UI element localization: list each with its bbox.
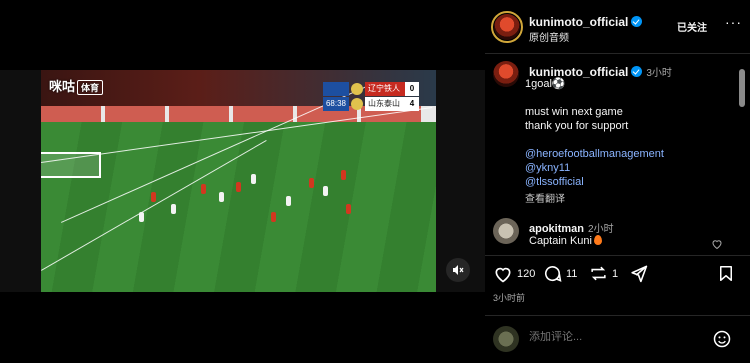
- post-sidebar: kunimoto_official 原创音频 已关注 ··· kunimoto_…: [485, 0, 750, 363]
- viewer-avatar: [493, 326, 519, 352]
- comment-text: Captain Kuni: [529, 235, 602, 247]
- speaker-muted-icon: [453, 265, 464, 275]
- scrollbar[interactable]: [738, 57, 746, 247]
- header-username[interactable]: kunimoto_official: [529, 15, 628, 29]
- caption-line: must win next game: [525, 106, 623, 118]
- video-pitch: [41, 83, 436, 292]
- audio-label[interactable]: 原创音频: [529, 29, 569, 44]
- like-count: 120: [517, 268, 536, 280]
- post-header: kunimoto_official 原创音频 已关注 ···: [485, 0, 750, 54]
- mention-link[interactable]: @heroefootballmanagement: [525, 147, 725, 161]
- comment-header: apokitman 2小时: [529, 220, 614, 235]
- fire-emoji-icon: [594, 235, 602, 245]
- repost-icon: [591, 266, 606, 281]
- caption-line: [525, 133, 725, 147]
- away-crest-icon: [351, 98, 363, 110]
- like-button[interactable]: 120: [493, 264, 535, 284]
- post-viewer: 咪咕 体育 辽宁铁人 0 68:38 山东泰山 4 kunimoto_offic…: [0, 0, 750, 363]
- comment-time: 2小时: [588, 224, 614, 235]
- video-player[interactable]: 咪咕 体育 辽宁铁人 0 68:38 山东泰山 4: [41, 70, 436, 292]
- repost-button[interactable]: 1: [589, 264, 618, 283]
- match-clock: 68:38: [323, 97, 349, 111]
- scrollbar-thumb[interactable]: [739, 69, 745, 107]
- following-button[interactable]: 已关注: [677, 19, 707, 34]
- comment-count: 11: [566, 267, 578, 280]
- away-score: 4: [405, 97, 419, 111]
- caption-avatar[interactable]: [493, 61, 519, 87]
- save-button[interactable]: [717, 264, 735, 283]
- caption-line: [525, 91, 725, 105]
- emoji-button[interactable]: [712, 329, 732, 354]
- home-crest-icon: [351, 83, 363, 95]
- scoreboard: 辽宁铁人 0 68:38 山东泰山 4: [323, 82, 419, 112]
- home-score: 0: [405, 82, 419, 96]
- media-pane: 咪咕 体育 辽宁铁人 0 68:38 山东泰山 4: [0, 0, 485, 363]
- comment-button[interactable]: 11: [543, 264, 577, 283]
- mute-button[interactable]: [446, 258, 470, 282]
- heart-outline-icon: [712, 240, 722, 250]
- comments-section: kunimoto_official 3小时 1goal⚽ must win nex…: [485, 55, 750, 255]
- caption-line: thank you for support: [525, 120, 629, 132]
- mention-link[interactable]: @ykny11: [525, 161, 725, 175]
- posted-ago: 3小时前: [493, 293, 526, 303]
- video-container[interactable]: 咪咕 体育 辽宁铁人 0 68:38 山东泰山 4: [0, 70, 485, 292]
- caption-line: 1goal⚽: [525, 78, 566, 90]
- action-bar: 120 11 1 3小时前: [485, 255, 750, 305]
- send-icon: [631, 265, 648, 283]
- mention-link[interactable]: @tlssofficial: [525, 175, 725, 189]
- avatar[interactable]: [494, 14, 520, 40]
- comment-bubble-icon: [544, 266, 562, 282]
- home-team-name: 辽宁铁人: [365, 82, 405, 96]
- repost-count: 1: [612, 267, 619, 280]
- caption-text: 1goal⚽ must win next game thank you for …: [525, 77, 725, 189]
- see-translation-link[interactable]: 查看翻译: [525, 190, 565, 205]
- comment-username[interactable]: apokitman: [529, 223, 584, 235]
- verified-badge-icon: [631, 16, 643, 27]
- comment-avatar[interactable]: [493, 218, 519, 244]
- comment-input[interactable]: [529, 331, 699, 343]
- broadcaster-logo: 咪咕 体育: [49, 76, 104, 96]
- emoji-smiley-icon: [713, 330, 731, 348]
- away-team-name: 山东泰山: [365, 97, 405, 111]
- heart-icon: [495, 267, 511, 283]
- bookmark-icon: [720, 266, 732, 281]
- more-options-icon[interactable]: ···: [725, 14, 742, 30]
- verified-badge-icon: [631, 66, 643, 77]
- comment-composer: [485, 315, 750, 363]
- goal-net: [41, 152, 101, 178]
- comment-like-button[interactable]: [711, 237, 723, 255]
- share-button[interactable]: [629, 264, 648, 283]
